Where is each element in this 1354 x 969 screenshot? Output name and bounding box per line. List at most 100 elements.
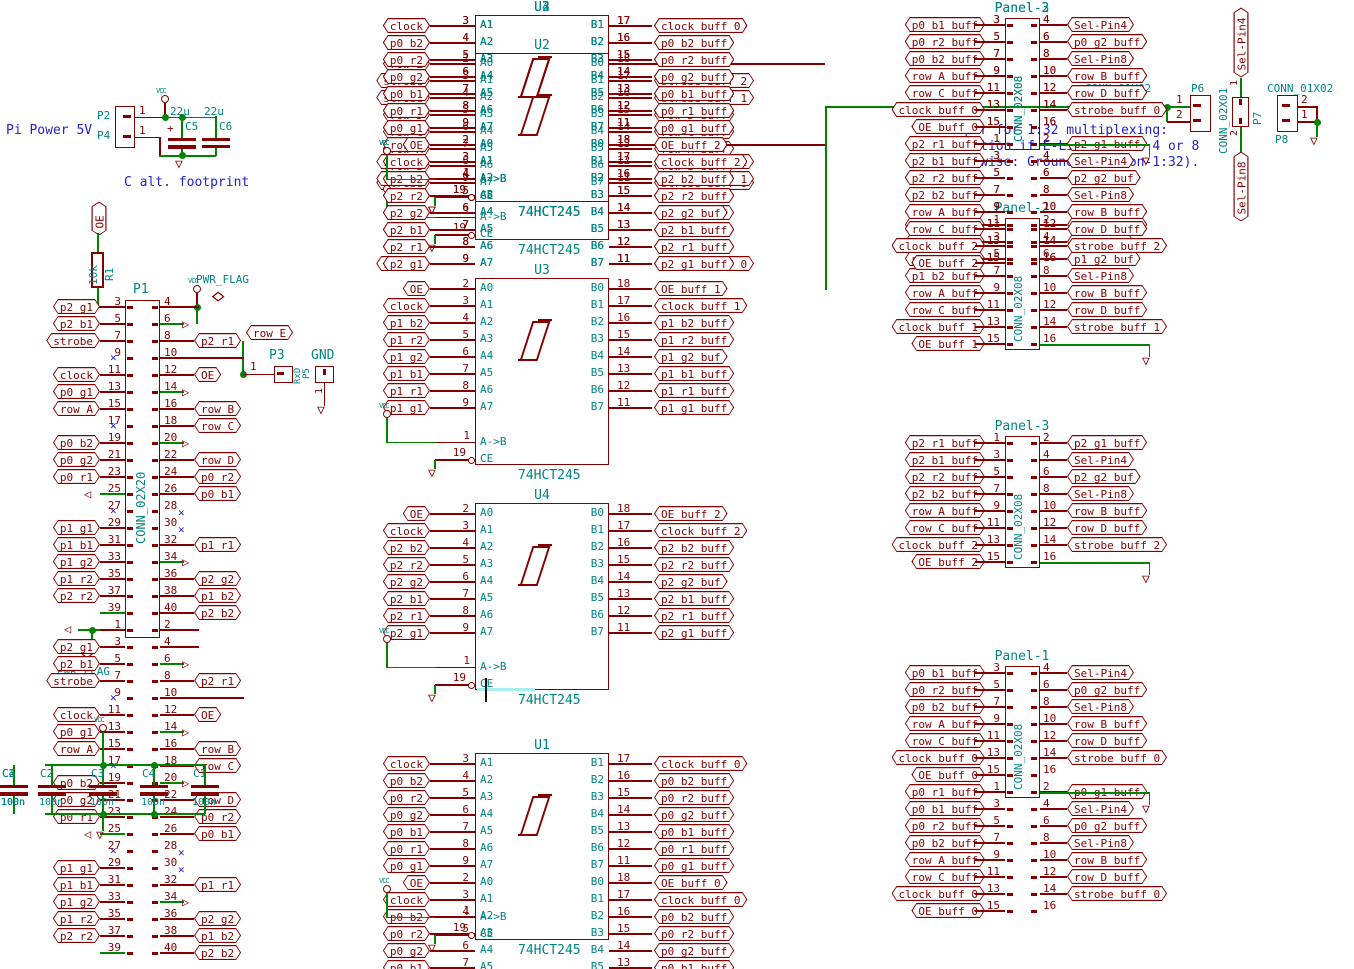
net-label[interactable]: p1_g1_buff	[654, 400, 734, 415]
net-label[interactable]: p0_r2_buff	[654, 926, 734, 941]
connector-p2p4-body[interactable]	[115, 106, 135, 148]
net-label[interactable]: clock_buff_1	[654, 298, 747, 313]
panel-connector[interactable]: Panel-1 CONN_02X08 p0_b1_buff 3 4 Sel-Pi…	[890, 648, 1190, 828]
net-label[interactable]: p0_b2_buff	[654, 773, 734, 788]
net-label[interactable]: OE_buff_0	[654, 875, 728, 890]
net-label-oe[interactable]: OE	[92, 202, 107, 236]
net-label[interactable]: p2_g2_buf	[654, 574, 728, 589]
net-label[interactable]: p0_r1_buff	[654, 841, 734, 856]
net-label[interactable]: OE	[194, 367, 221, 382]
net-label[interactable]: p0_g2_buff	[654, 943, 734, 958]
net-label[interactable]: row_D_buff	[1067, 221, 1147, 236]
net-label[interactable]: p2_b1_buff	[654, 591, 734, 606]
net-label[interactable]: row_C	[194, 418, 241, 433]
connector-p6-body[interactable]	[1190, 95, 1211, 132]
net-label[interactable]: p0_g2_buff	[1067, 682, 1147, 697]
net-label[interactable]: p2_g1_buff	[1067, 435, 1147, 450]
net-label[interactable]: Sel-Pin4	[1067, 17, 1134, 32]
net-label[interactable]: p0_g1_buff	[654, 858, 734, 873]
net-label[interactable]: p2_r1_buff	[654, 239, 734, 254]
net-label[interactable]: p2_g2	[194, 911, 241, 926]
net-label[interactable]: p0_g2_buff	[1067, 34, 1147, 49]
net-label[interactable]: Sel-Pin8	[1067, 699, 1134, 714]
net-label[interactable]: p2_g2_buf	[1067, 170, 1141, 185]
ic-74hct245[interactable]: U3 74HCT245 OE 2 A0 clock 3 A1 p1	[380, 263, 800, 491]
net-label[interactable]: row_D_buff	[1067, 85, 1147, 100]
net-label[interactable]: Sel-Pin4	[1067, 153, 1134, 168]
connector-p8-body[interactable]	[1277, 95, 1298, 132]
net-label[interactable]: Sel-Pin8	[1067, 51, 1134, 66]
net-label[interactable]: p2_b2_buff	[654, 540, 734, 555]
net-label[interactable]: row_B_buff	[1067, 68, 1147, 83]
capacitor-plate[interactable]	[202, 138, 230, 141]
net-label[interactable]: p2_r1	[194, 673, 241, 688]
net-label[interactable]: p1_b2	[194, 588, 241, 603]
net-label[interactable]: p0_b1	[194, 826, 241, 841]
net-label[interactable]: p1_g2_buf	[654, 349, 728, 364]
net-label[interactable]: strobe_buff_2	[1067, 238, 1167, 253]
net-label[interactable]: p0_b2_buff	[654, 35, 734, 50]
net-label[interactable]: row_D_buff	[1067, 520, 1147, 535]
net-label[interactable]: clock_buff_0	[654, 892, 747, 907]
net-label[interactable]: clock_buff_2	[654, 154, 747, 169]
net-label[interactable]: row_B	[194, 741, 241, 756]
net-label[interactable]: p1_r1	[194, 877, 241, 892]
net-label[interactable]: OE_buff_2	[654, 137, 728, 152]
net-label[interactable]: p0_b1_buff	[654, 86, 734, 101]
panel-connector[interactable]: Panel-3 CONN_02X08 p0_b1_buff 3 4 Sel-Pi…	[890, 0, 1190, 180]
net-label[interactable]: p0_g2_buff	[1067, 818, 1147, 833]
net-label[interactable]: p2_r2_buff	[654, 188, 734, 203]
net-label[interactable]: Sel-Pin4	[1067, 801, 1134, 816]
net-label[interactable]: p2_b2	[194, 605, 241, 620]
ic-74hct245[interactable]: U4 74HCT245 clock 3 A1 p0_b2 4 A2	[380, 0, 800, 228]
net-label[interactable]: p2_g1_buff	[654, 625, 734, 640]
net-label[interactable]: p0_r1_buff	[654, 103, 734, 118]
capacitor[interactable]: C3 100n	[89, 765, 117, 817]
capacitor[interactable]: C4 100n	[0, 765, 28, 817]
net-label[interactable]: p2_r1	[194, 333, 241, 348]
net-label[interactable]: Sel-Pin8	[1067, 486, 1134, 501]
net-label[interactable]: p0_r2	[194, 469, 241, 484]
net-label[interactable]: p0_b1_buff	[654, 824, 734, 839]
ic-74hct245[interactable]: U1 74HCT245 clock 3 A1 p0_b2 4 A2	[380, 738, 800, 966]
net-label[interactable]: p2_g2_buf	[654, 205, 728, 220]
net-label[interactable]: p2_g2_buf	[1067, 469, 1141, 484]
net-label[interactable]: p0_g1_buff	[654, 120, 734, 135]
net-label[interactable]: row_D_buff	[1067, 733, 1147, 748]
net-label[interactable]: p0_g2_buff	[654, 807, 734, 822]
net-label[interactable]: p2_g2	[194, 571, 241, 586]
net-label[interactable]: row_B_buff	[1067, 285, 1147, 300]
net-label[interactable]: p0_b1_buff	[654, 960, 734, 969]
net-label[interactable]: Sel-Pin4	[1067, 665, 1134, 680]
net-label[interactable]: strobe_buff_1	[1067, 319, 1167, 334]
net-label[interactable]: row_B	[194, 401, 241, 416]
net-label[interactable]: clock_buff_0	[654, 756, 747, 771]
net-label[interactable]: p2_r2_buff	[654, 557, 734, 572]
capacitor[interactable]: C4 100n	[140, 765, 168, 817]
net-label[interactable]: p2_r1_buff	[654, 608, 734, 623]
net-label[interactable]: row_D_buff	[1067, 302, 1147, 317]
net-label[interactable]: row_D_buff	[1067, 869, 1147, 884]
net-label[interactable]: p2_b2	[194, 945, 241, 960]
net-label[interactable]: strobe_buff_0	[1067, 886, 1167, 901]
net-label[interactable]: Sel-Pin8	[1067, 187, 1134, 202]
net-label[interactable]: row_B_buff	[1067, 503, 1147, 518]
net-label[interactable]: row_B_buff	[1067, 852, 1147, 867]
net-label[interactable]: p1_r1	[194, 537, 241, 552]
capacitor[interactable]: C2 100n	[38, 765, 66, 817]
panel-connector[interactable]: Panel-3 CONN_02X08 p2_r1_buff 1 2 p2_g1_…	[890, 418, 1190, 598]
net-label-sel-pin4[interactable]: Sel-Pin4	[1234, 8, 1249, 78]
net-label[interactable]: OE_buff_1	[654, 281, 728, 296]
connector-p1[interactable]: CONN_02X20 p2_g1 3 4 p2_b1 5	[40, 299, 340, 664]
net-label[interactable]: p0_r2_buff	[654, 52, 734, 67]
net-label[interactable]: Sel-Pin4	[1067, 452, 1134, 467]
net-label-sel-pin8[interactable]: Sel-Pin8	[1234, 152, 1249, 222]
net-label[interactable]: p2_b1_buff	[654, 222, 734, 237]
net-label[interactable]: row_B_buff	[1067, 716, 1147, 731]
net-label[interactable]: clock_buff_0	[654, 18, 747, 33]
net-label[interactable]: p2_g1_buff	[654, 256, 734, 271]
net-label[interactable]: p1_b2	[194, 928, 241, 943]
net-label[interactable]: clock_buff_2	[654, 523, 747, 538]
net-label[interactable]: OE_buff_2	[654, 506, 728, 521]
net-label[interactable]: strobe_buff_2	[1067, 537, 1167, 552]
